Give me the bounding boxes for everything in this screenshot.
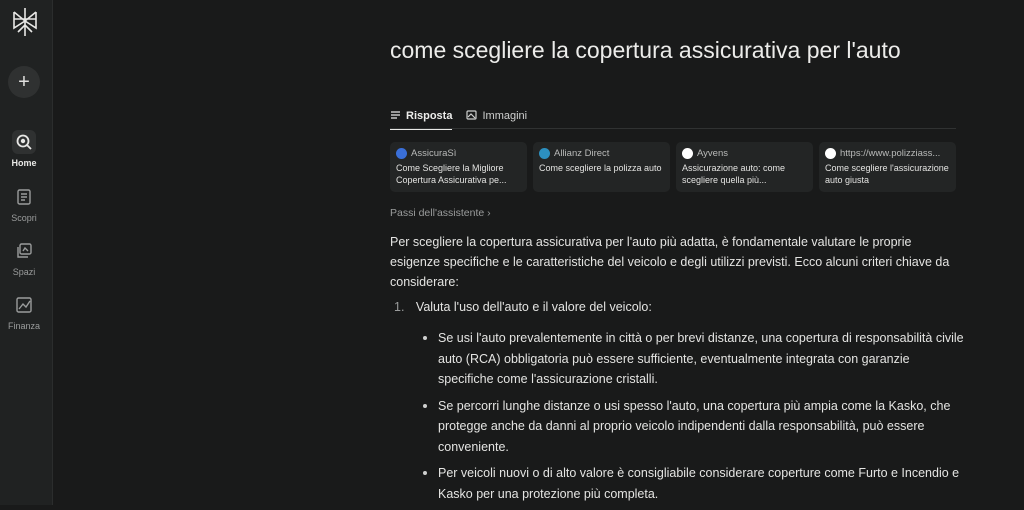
tabs-divider xyxy=(390,128,956,129)
ayvens-favicon-icon xyxy=(682,148,693,159)
list-item: Se usi l'auto prevalentemente in città o… xyxy=(423,328,964,390)
tab-immagini[interactable]: Immagini xyxy=(466,104,527,128)
spaces-icon xyxy=(12,239,36,263)
sidebar: + Home Scopri Spazi Finanza xyxy=(0,0,53,505)
discover-icon xyxy=(12,185,36,209)
finance-icon xyxy=(12,293,36,317)
sidebar-item-finanza[interactable]: Finanza xyxy=(0,293,48,331)
tab-risposta[interactable]: Risposta xyxy=(390,104,453,130)
sources-list: AssicuraSì Come Scegliere la Migliore Co… xyxy=(390,142,956,192)
list-item: Per veicoli nuovi o di alto valore è con… xyxy=(423,463,964,504)
page-title: come scegliere la copertura assicurativa… xyxy=(390,37,901,63)
new-thread-button[interactable]: + xyxy=(8,66,40,98)
image-icon xyxy=(466,109,478,123)
source-card-allianz[interactable]: Allianz Direct Come scegliere la polizza… xyxy=(533,142,670,192)
sidebar-item-spazi[interactable]: Spazi xyxy=(0,239,48,277)
polizziass-favicon-icon xyxy=(825,148,836,159)
source-card-assicurasi[interactable]: AssicuraSì Come Scegliere la Migliore Co… xyxy=(390,142,527,192)
answer-list-item-1: 1. Valuta l'uso dell'auto e il valore de… xyxy=(394,300,652,314)
allianz-favicon-icon xyxy=(539,148,550,159)
source-card-ayvens[interactable]: Ayvens Assicurazione auto: come sceglier… xyxy=(676,142,813,192)
result-tabs: Risposta Immagini xyxy=(390,104,527,130)
chevron-right-icon: › xyxy=(487,207,491,219)
answer-intro: Per scegliere la copertura assicurativa … xyxy=(390,235,950,289)
assicurasi-favicon-icon xyxy=(396,148,407,159)
sidebar-item-scopri[interactable]: Scopri xyxy=(0,185,48,223)
assistant-steps-toggle[interactable]: Passi dell'assistente › xyxy=(390,207,491,219)
source-card-polizziass[interactable]: https://www.polizziass... Come scegliere… xyxy=(819,142,956,192)
list-item: Se percorri lunghe distanze o usi spesso… xyxy=(423,396,964,458)
list-icon xyxy=(390,110,401,123)
perplexity-logo-icon[interactable] xyxy=(10,6,40,38)
answer-bullets: Se usi l'auto prevalentemente in città o… xyxy=(423,328,964,510)
sidebar-item-home[interactable]: Home xyxy=(0,130,48,168)
home-icon xyxy=(12,130,36,154)
